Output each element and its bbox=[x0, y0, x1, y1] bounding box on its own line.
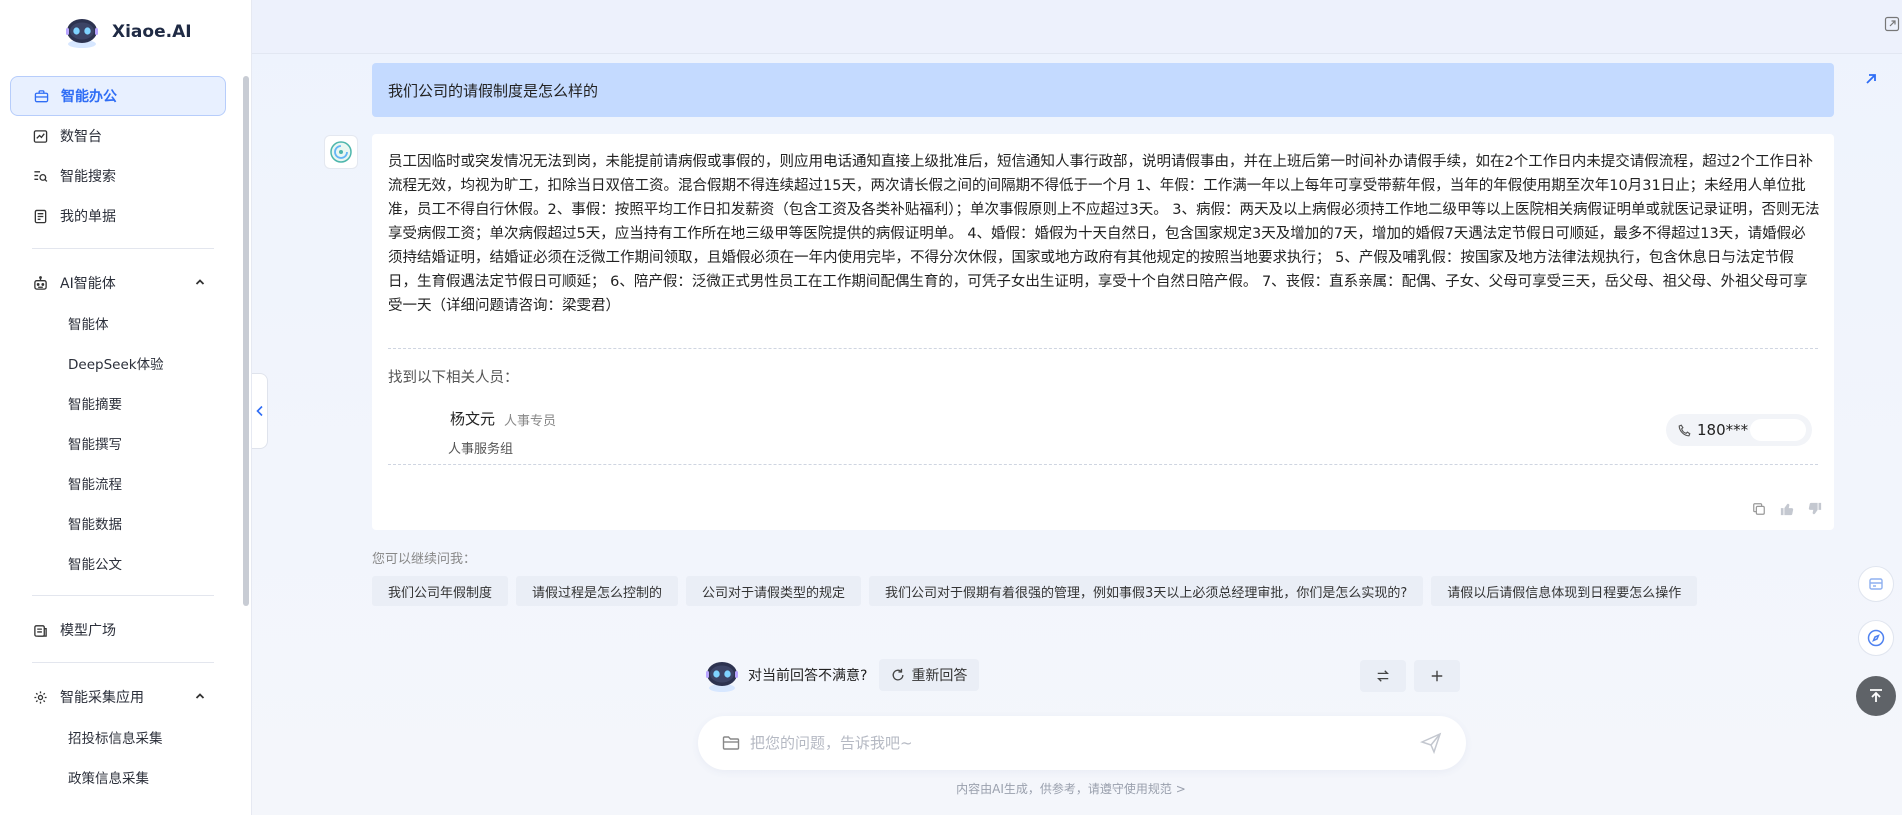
sidebar-item-label: 我的单据 bbox=[60, 209, 116, 225]
gear-icon bbox=[32, 689, 48, 705]
scroll-to-top-button[interactable] bbox=[1856, 676, 1896, 716]
document-icon bbox=[32, 208, 48, 224]
phone-contact[interactable]: 180*** bbox=[1666, 414, 1812, 446]
send-icon[interactable] bbox=[1420, 732, 1442, 754]
explore-button[interactable] bbox=[1858, 620, 1894, 656]
person-name[interactable]: 杨文元 bbox=[450, 408, 495, 429]
sidebar-subitem-agent[interactable]: 智能体 bbox=[0, 303, 244, 343]
suggestions-title: 您可以继续问我： bbox=[372, 552, 477, 567]
chevron-left-icon bbox=[255, 405, 263, 417]
divider bbox=[32, 595, 214, 596]
sidebar-group-label: 智能采集应用 bbox=[60, 690, 144, 706]
switch-button[interactable] bbox=[1360, 660, 1406, 692]
phone-icon bbox=[1678, 424, 1691, 437]
sidebar-group-label: AI智能体 bbox=[60, 276, 116, 292]
folder-icon[interactable] bbox=[722, 735, 740, 751]
regenerate-button[interactable]: 重新回答 bbox=[879, 659, 980, 691]
ai-disclaimer: 内容由AI生成，供参考，请遵守使用规范 > bbox=[252, 780, 1902, 797]
person-role: 人事专员 bbox=[504, 414, 557, 429]
plus-icon bbox=[1431, 670, 1443, 682]
robot-logo-icon bbox=[62, 14, 102, 50]
sidebar-collapse-toggle[interactable] bbox=[252, 373, 268, 449]
briefcase-icon bbox=[33, 88, 49, 104]
suggestion-chip[interactable]: 我们公司年假制度 bbox=[372, 576, 509, 606]
sidebar-subitem-summary[interactable]: 智能摘要 bbox=[0, 383, 244, 423]
search-list-icon bbox=[32, 168, 48, 184]
regenerate-label: 重新回答 bbox=[911, 668, 968, 684]
thumbs-down-icon[interactable] bbox=[1808, 502, 1822, 520]
sidebar-nav: 智能办公 数智台 智能搜索 我的单据 AI智能体 智能体 DeepSeek体验 … bbox=[0, 76, 244, 797]
suggestion-chip[interactable]: 请假以后请假信息体现到日程要怎么操作 bbox=[1431, 576, 1698, 606]
divider bbox=[388, 464, 1818, 465]
arrow-up-icon bbox=[1870, 689, 1882, 702]
divider bbox=[32, 662, 214, 663]
suggestion-list: 我们公司年假制度 请假过程是怎么控制的 公司对于请假类型的规定 我们公司对于假期… bbox=[372, 576, 1698, 606]
sidebar-item-smart-office[interactable]: 智能办公 bbox=[10, 76, 226, 116]
user-question: 我们公司的请假制度是怎么样的 bbox=[372, 63, 1834, 117]
sidebar-subitem-writing[interactable]: 智能撰写 bbox=[0, 423, 244, 463]
expand-arrow-icon[interactable] bbox=[1856, 64, 1886, 94]
answer-actions bbox=[1752, 502, 1822, 520]
new-chat-button[interactable] bbox=[1414, 660, 1460, 692]
external-link-icon[interactable] bbox=[1884, 16, 1900, 32]
swap-icon bbox=[1377, 670, 1389, 682]
sidebar-group-ai-agents[interactable]: AI智能体 bbox=[0, 263, 244, 303]
brand-name: Xiaoe.AI bbox=[112, 22, 192, 42]
bot-avatar-icon bbox=[324, 135, 358, 169]
sidebar-item-label: 智能办公 bbox=[61, 89, 117, 105]
chart-line-icon bbox=[32, 128, 48, 144]
answer-text: 员工因临时或突发情况无法到岗，未能提前请病假或事假的，则应用电话通知直接上级批准… bbox=[388, 154, 1820, 314]
sidebar-subitem-policy[interactable]: 政策信息采集 bbox=[0, 757, 244, 797]
chat-input[interactable] bbox=[750, 734, 1420, 752]
sidebar-item-data-platform[interactable]: 数智台 bbox=[0, 116, 244, 156]
chat-area: 我们公司的请假制度是怎么样的 员工因临时或突发情况无法到岗，未能提前请病假或事假… bbox=[252, 0, 1902, 815]
sidebar-scrollbar[interactable] bbox=[243, 76, 249, 606]
suggestion-chip[interactable]: 请假过程是怎么控制的 bbox=[516, 576, 679, 606]
chevron-up-icon[interactable] bbox=[194, 276, 206, 292]
sidebar-item-label: 模型广场 bbox=[60, 623, 116, 639]
robot-mascot-icon bbox=[702, 655, 742, 695]
phone-mask bbox=[1750, 419, 1806, 441]
person-department: 人事服务组 bbox=[448, 442, 514, 457]
divider bbox=[32, 248, 214, 249]
sidebar-subitem-official-docs[interactable]: 智能公文 bbox=[0, 543, 244, 583]
copy-icon[interactable] bbox=[1752, 502, 1766, 520]
feedback-row: 对当前回答不满意? 重新回答 bbox=[702, 655, 980, 695]
robot-icon bbox=[32, 275, 48, 291]
notes-button[interactable] bbox=[1858, 566, 1894, 602]
top-bar bbox=[252, 0, 1902, 54]
thumbs-up-icon[interactable] bbox=[1780, 502, 1794, 520]
suggestion-chip[interactable]: 我们公司对于假期有着很强的管理，例如事假3天以上必须总经理审批，你们是怎么实现的… bbox=[869, 576, 1424, 606]
cube-icon bbox=[32, 622, 48, 638]
answer-card: 员工因临时或突发情况无法到岗，未能提前请病假或事假的，则应用电话通知直接上级批准… bbox=[372, 134, 1834, 530]
sidebar-item-smart-search[interactable]: 智能搜索 bbox=[0, 156, 244, 196]
chevron-up-icon[interactable] bbox=[194, 690, 206, 706]
divider bbox=[388, 348, 1818, 349]
card-icon bbox=[1869, 578, 1883, 590]
chat-input-box bbox=[698, 716, 1466, 770]
sidebar-subitem-workflow[interactable]: 智能流程 bbox=[0, 463, 244, 503]
sidebar-subitem-data[interactable]: 智能数据 bbox=[0, 503, 244, 543]
refresh-icon bbox=[891, 668, 905, 682]
suggestion-chip[interactable]: 公司对于请假类型的规定 bbox=[686, 576, 862, 606]
phone-number: 180*** bbox=[1697, 421, 1749, 439]
related-people-title: 找到以下相关人员： bbox=[388, 370, 519, 386]
sidebar-subitem-bidding[interactable]: 招投标信息采集 bbox=[0, 717, 244, 757]
disclaimer-arrow[interactable]: > bbox=[1176, 782, 1186, 796]
disclaimer-text: 内容由AI生成，供参考，请遵守使用规范 bbox=[956, 782, 1172, 796]
compass-icon bbox=[1867, 629, 1885, 647]
brand[interactable]: Xiaoe.AI bbox=[62, 14, 192, 50]
sidebar-subitem-deepseek[interactable]: DeepSeek体验 bbox=[0, 343, 244, 383]
sidebar: Xiaoe.AI 智能办公 数智台 智能搜索 我的单据 AI智能体 智能体 De… bbox=[0, 0, 252, 815]
sidebar-item-my-documents[interactable]: 我的单据 bbox=[0, 196, 244, 236]
sidebar-item-label: 智能搜索 bbox=[60, 169, 116, 185]
sidebar-item-model-square[interactable]: 模型广场 bbox=[0, 610, 244, 650]
sidebar-group-collection[interactable]: 智能采集应用 bbox=[0, 677, 244, 717]
unsatisfied-label: 对当前回答不满意? bbox=[748, 668, 868, 684]
sidebar-item-label: 数智台 bbox=[60, 129, 102, 145]
